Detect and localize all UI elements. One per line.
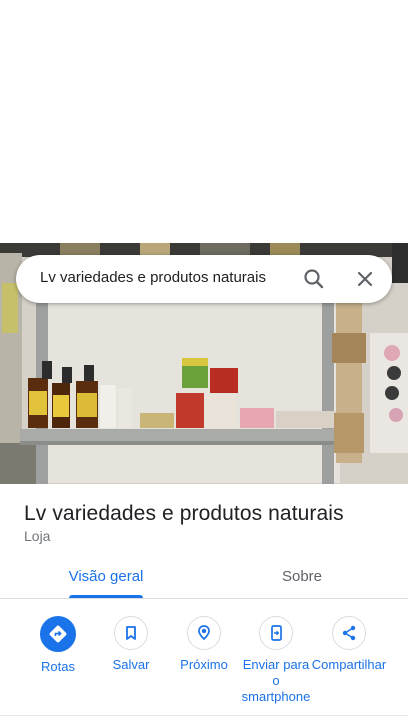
save-button[interactable]: Salvar [95, 616, 167, 673]
bookmark-icon [114, 616, 148, 650]
nearby-icon [187, 616, 221, 650]
tab-overview[interactable]: Visão geral [46, 568, 166, 585]
tabs-divider [0, 598, 408, 599]
share-button[interactable]: Compartilhar [311, 616, 387, 673]
send-to-phone-button[interactable]: Enviar para o smartphone [240, 616, 312, 705]
share-icon [332, 616, 366, 650]
nearby-button[interactable]: Próximo [168, 616, 240, 673]
share-label: Compartilhar [311, 657, 387, 672]
search-icon[interactable] [300, 265, 328, 293]
directions-label: Rotas [41, 659, 75, 674]
save-label: Salvar [112, 657, 150, 672]
place-category: Loja [24, 528, 51, 544]
send-to-phone-icon [259, 616, 293, 650]
tab-about[interactable]: Sobre [242, 568, 362, 585]
place-title: Lv variedades e produtos naturais [24, 502, 344, 525]
directions-icon [40, 616, 76, 652]
nearby-label: Próximo [180, 657, 228, 672]
search-query[interactable]: Lv variedades e produtos naturais [40, 269, 266, 286]
send-to-phone-label: Enviar para o smartphone [241, 657, 311, 704]
section-divider [0, 715, 408, 716]
search-bar[interactable]: Lv variedades e produtos naturais [16, 255, 392, 303]
close-icon[interactable] [351, 265, 379, 293]
directions-button[interactable]: Rotas [22, 616, 94, 675]
map-area[interactable] [0, 0, 408, 243]
